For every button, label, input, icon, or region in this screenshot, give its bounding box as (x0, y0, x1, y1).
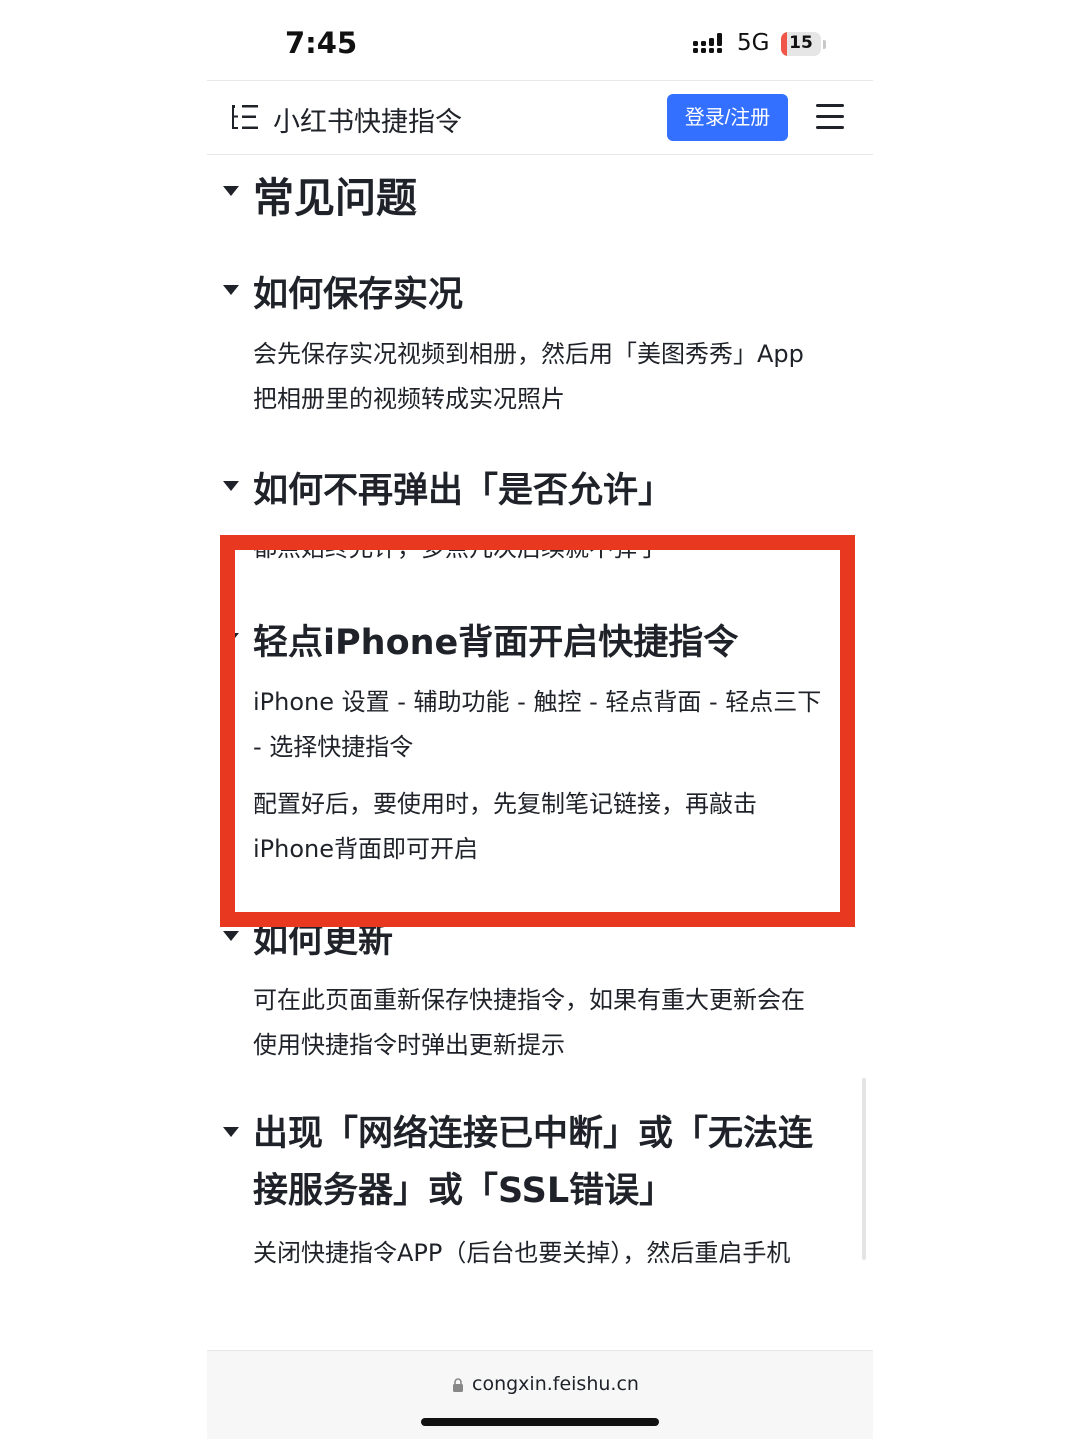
phone-screen: 7:45 5G 15 小红书快捷指令 登录/注册 常见问题 如何保存实况 会先保… (207, 0, 873, 1439)
scrollbar[interactable] (862, 1078, 866, 1260)
section-paragraph: 关闭快捷指令APP（后台也要关掉），然后重启手机 (253, 1239, 791, 1267)
browser-bottom-bar: congxin.feishu.cn (207, 1350, 873, 1439)
highlight-annotation-box (220, 535, 855, 927)
cellular-signal-icon (693, 33, 722, 53)
section-heading: 如何保存实况 (253, 275, 464, 315)
battery-level: 15 (789, 33, 813, 53)
app-header: 小红书快捷指令 登录/注册 (207, 80, 873, 155)
hamburger-menu-icon[interactable] (816, 104, 844, 130)
battery-cap (823, 40, 826, 49)
collapse-triangle-icon[interactable] (223, 481, 239, 491)
lock-icon (453, 1378, 463, 1392)
network-type: 5G (737, 30, 770, 56)
outline-list-icon[interactable] (229, 103, 259, 131)
home-indicator[interactable] (421, 1418, 659, 1426)
section-paragraph: 会先保存实况视频到相册，然后用「美图秀秀」App 把相册里的视频转成实况照片 (253, 340, 804, 413)
main-heading: 常见问题 (253, 174, 417, 222)
section-heading: 出现「网络连接已中断」或「无法连接服务器」或「SSL错误」 (253, 1114, 814, 1211)
login-register-button[interactable]: 登录/注册 (667, 94, 788, 141)
battery-icon: 15 (781, 32, 821, 56)
section-paragraph: 可在此页面重新保存快捷指令，如果有重大更新会在使用快捷指令时弹出更新提示 (253, 986, 805, 1059)
url-address[interactable]: congxin.feishu.cn (472, 1373, 639, 1395)
collapse-triangle-icon[interactable] (223, 931, 239, 941)
site-title: 小红书快捷指令 (273, 107, 462, 138)
status-bar: 7:45 5G 15 (207, 0, 873, 80)
collapse-triangle-icon[interactable] (223, 186, 239, 196)
collapse-triangle-icon[interactable] (223, 1127, 239, 1137)
document-content: 常见问题 如何保存实况 会先保存实况视频到相册，然后用「美图秀秀」App 把相册… (207, 154, 873, 1350)
section-heading: 如何不再弹出「是否允许」 (253, 471, 674, 511)
collapse-triangle-icon[interactable] (223, 285, 239, 295)
status-time: 7:45 (285, 26, 358, 60)
